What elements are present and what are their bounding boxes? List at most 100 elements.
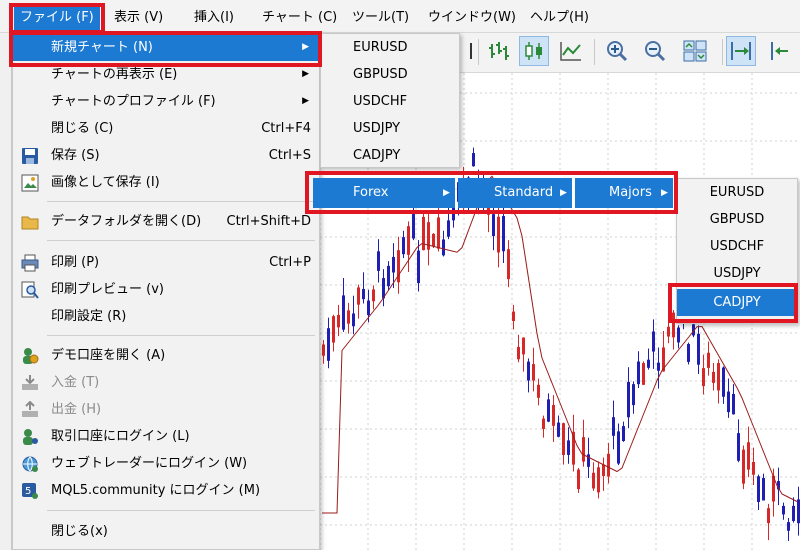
candle-body: [407, 226, 410, 255]
candle-body: [642, 363, 645, 385]
candle-body: [722, 367, 725, 397]
menu-item-login-trade-account[interactable]: 取引口座にログイン (L): [13, 423, 319, 450]
menu-separator: [47, 201, 315, 202]
menu-separator: [47, 510, 315, 511]
withdraw-icon: [21, 400, 39, 419]
autoscroll-icon[interactable]: [726, 36, 756, 66]
zoom-out-icon[interactable]: [640, 36, 670, 66]
menu-item-print-setup[interactable]: 印刷設定 (R): [13, 303, 319, 330]
candle-body: [542, 418, 545, 429]
symbol-item[interactable]: EURUSD: [353, 34, 408, 61]
menu-item-login-webtrader[interactable]: ウェブトレーダーにログイン (W): [13, 450, 319, 477]
menu-view[interactable]: 表示 (V): [114, 8, 163, 28]
zoom-in-icon[interactable]: [602, 36, 632, 66]
menu-separator: [47, 335, 315, 336]
menu-item-label: デモ口座を開く (A): [51, 348, 166, 363]
candle-body: [622, 426, 625, 442]
candle-body: [357, 287, 360, 305]
menu-item-open-data-folder[interactable]: データフォルダを開く(D) Ctrl+Shift+D: [13, 208, 319, 235]
candle-body: [437, 217, 440, 249]
candle-body: [577, 469, 580, 490]
menu-item-login-mql5[interactable]: 5 MQL5.community にログイン (M): [13, 477, 319, 504]
login-icon: [21, 428, 39, 446]
menu-item-exit[interactable]: 閉じる(x): [13, 518, 319, 545]
majors-item-gbpusd[interactable]: GBPUSD: [677, 206, 797, 233]
submenu-arrow-icon: ▶: [302, 96, 309, 106]
candle-body: [332, 316, 335, 343]
candle-body: [612, 417, 615, 436]
candle-body: [762, 477, 765, 501]
candle-body: [422, 216, 425, 251]
menu-item-save[interactable]: 保存 (S) Ctrl+S: [13, 142, 319, 169]
candle-body: [507, 249, 510, 280]
menu-tools[interactable]: ツール(T): [352, 8, 409, 28]
folder-icon: [21, 213, 39, 231]
menu-item-close-chart[interactable]: 閉じる (C) Ctrl+F4: [13, 115, 319, 142]
candle-body: [442, 239, 445, 256]
candle-body: [387, 265, 390, 287]
menu-bar: ファイル (F) 表示 (V) 挿入(I) チャート (C) ツール(T) ウイ…: [0, 0, 800, 33]
candle-body: [732, 393, 735, 415]
candle-body: [322, 344, 325, 356]
menu-insert[interactable]: 挿入(I): [194, 8, 234, 28]
menu-item-label: 出金 (H): [51, 402, 102, 417]
candle-body: [737, 433, 740, 461]
menu-item-label: MQL5.community にログイン (M): [51, 483, 261, 498]
menu-item-withdraw[interactable]: 出金 (H): [13, 396, 319, 423]
candle-body: [447, 220, 450, 237]
shortcut-text: Ctrl+Shift+D: [226, 214, 311, 229]
menu-item-deposit[interactable]: 入金 (T): [13, 369, 319, 396]
annotation-new-chart: [9, 31, 322, 67]
symbol-item[interactable]: USDCHF: [353, 88, 407, 115]
annotation-file-menu: [9, 3, 105, 34]
annotation-cadjpy: [668, 283, 798, 323]
menu-chart[interactable]: チャート (C): [262, 8, 337, 28]
candle-body: [527, 361, 530, 381]
majors-item-eurusd[interactable]: EURUSD: [677, 179, 797, 206]
menu-item-save-as-image[interactable]: 画像として保存 (I): [13, 169, 319, 196]
candle-body: [767, 508, 770, 524]
candle-body: [517, 346, 520, 360]
menu-item-label: 印刷設定 (R): [51, 309, 127, 324]
menu-item-chart-profile[interactable]: チャートのプロファイル (F) ▶: [13, 88, 319, 115]
menu-separator: [47, 240, 315, 241]
candle-body: [327, 328, 330, 361]
bar-chart-icon[interactable]: [484, 36, 514, 66]
candle-body: [747, 442, 750, 470]
symbol-item[interactable]: USDJPY: [353, 115, 400, 142]
candle-body: [707, 352, 710, 368]
candle-body: [347, 310, 350, 324]
chart-shift-icon[interactable]: [764, 36, 794, 66]
candle-body: [417, 250, 420, 284]
menu-item-open-demo-account[interactable]: デモ口座を開く (A): [13, 342, 319, 369]
candle-body: [537, 384, 540, 398]
candle-body: [757, 476, 760, 502]
candle-body: [652, 331, 655, 352]
candlestick-icon[interactable]: [519, 36, 549, 66]
line-graph-icon[interactable]: [556, 36, 586, 66]
menu-window[interactable]: ウインドウ(W): [428, 8, 516, 28]
candle-body: [547, 399, 550, 422]
symbol-item[interactable]: CADJPY: [353, 142, 400, 169]
mql5-icon: 5: [21, 482, 39, 500]
file-menu: 新規チャート (N) ▶ チャートの再表示 (E) ▶ チャートのプロファイル …: [12, 33, 320, 550]
shortcut-text: Ctrl+S: [268, 148, 311, 163]
candle-body: [552, 405, 555, 426]
candle-body: [657, 362, 660, 371]
majors-item-usdchf[interactable]: USDCHF: [677, 233, 797, 260]
candle-body: [492, 214, 495, 237]
symbol-item[interactable]: GBPUSD: [353, 61, 408, 88]
candle-body: [557, 422, 560, 437]
menu-item-print[interactable]: 印刷 (P) Ctrl+P: [13, 249, 319, 276]
candle-body: [742, 449, 745, 484]
candle-body: [412, 214, 415, 239]
menu-help[interactable]: ヘルプ(H): [530, 8, 589, 28]
candle-body: [787, 522, 790, 531]
print-icon: [21, 254, 39, 272]
menu-item-label: チャートのプロファイル (F): [51, 94, 216, 109]
candle-body: [607, 453, 610, 477]
candle-body: [627, 381, 630, 418]
candle-body: [497, 216, 500, 253]
tile-windows-icon[interactable]: [680, 36, 710, 66]
menu-item-print-preview[interactable]: 印刷プレビュー (v): [13, 276, 319, 303]
